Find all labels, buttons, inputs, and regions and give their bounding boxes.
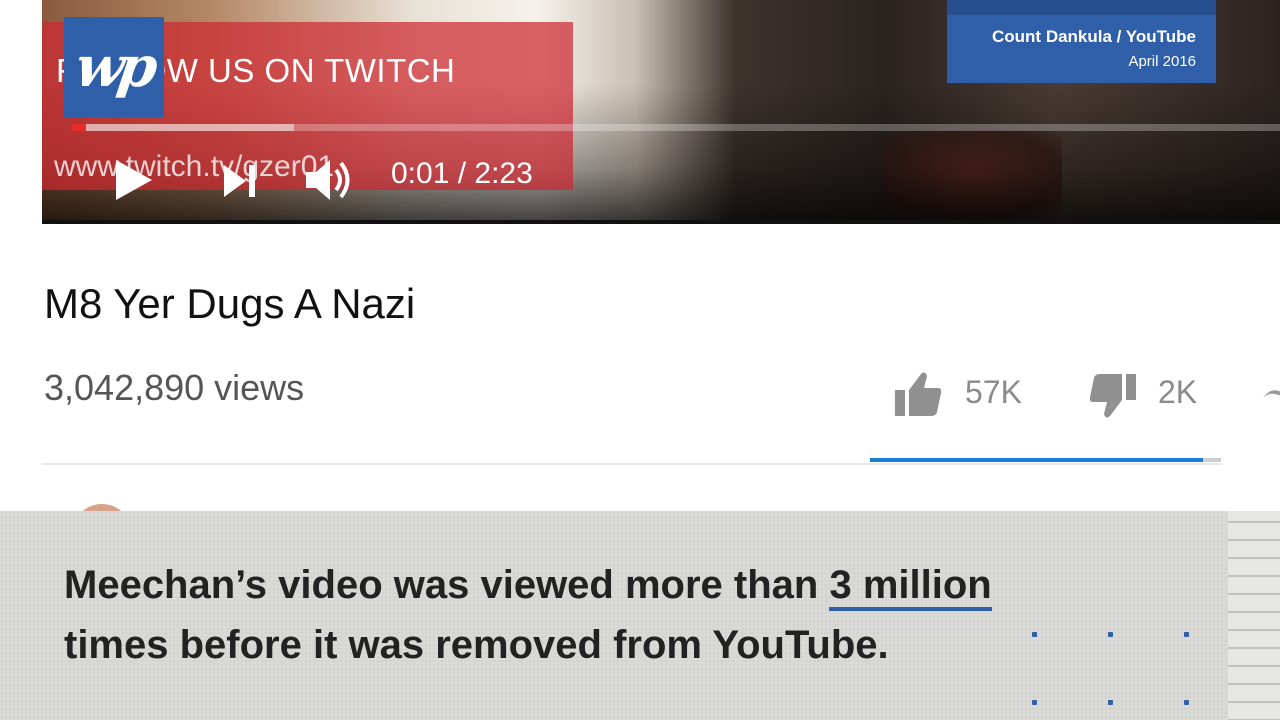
like-count: 57K xyxy=(965,374,1022,410)
thumbs-up-icon[interactable] xyxy=(893,370,943,418)
caption-before: Meechan’s video was viewed more than xyxy=(64,563,830,607)
play-icon[interactable] xyxy=(114,158,154,202)
caption-highlight: 3 million xyxy=(829,563,992,611)
video-bottom-edge xyxy=(42,220,1280,224)
source-credit: Count Dankula / YouTube April 2016 xyxy=(947,15,1216,83)
progress-buffered xyxy=(72,124,294,131)
time-display: 0:01 / 2:23 xyxy=(391,157,533,190)
caption-text: Meechan’s video was viewed more than 3 m… xyxy=(64,555,1064,675)
logo-text: wp xyxy=(71,34,157,100)
caption-after: times before it was removed from YouTube… xyxy=(64,623,889,667)
washington-post-logo: wp xyxy=(64,17,164,117)
newspaper-texture xyxy=(1228,511,1280,720)
promo-url: www.twitch.tv/gzer01 xyxy=(54,150,335,183)
volume-icon[interactable] xyxy=(304,156,356,204)
view-count: 3,042,890 views xyxy=(44,367,305,408)
decorative-dots xyxy=(1030,628,1200,718)
dislike-count: 2K xyxy=(1158,374,1198,410)
credit-source: Count Dankula / YouTube xyxy=(992,27,1196,46)
progress-played xyxy=(72,124,86,131)
like-dislike-bar xyxy=(870,458,1221,462)
video-title: M8 Yer Dugs A Nazi xyxy=(44,280,416,327)
skip-next-icon[interactable] xyxy=(222,163,258,199)
thumbs-down-icon[interactable] xyxy=(1088,372,1138,420)
credit-tab xyxy=(947,0,1216,15)
info-divider xyxy=(42,463,1222,465)
share-icon[interactable] xyxy=(1257,386,1280,422)
like-ratio-fill xyxy=(870,458,1204,462)
credit-date: April 2016 xyxy=(1128,53,1196,70)
